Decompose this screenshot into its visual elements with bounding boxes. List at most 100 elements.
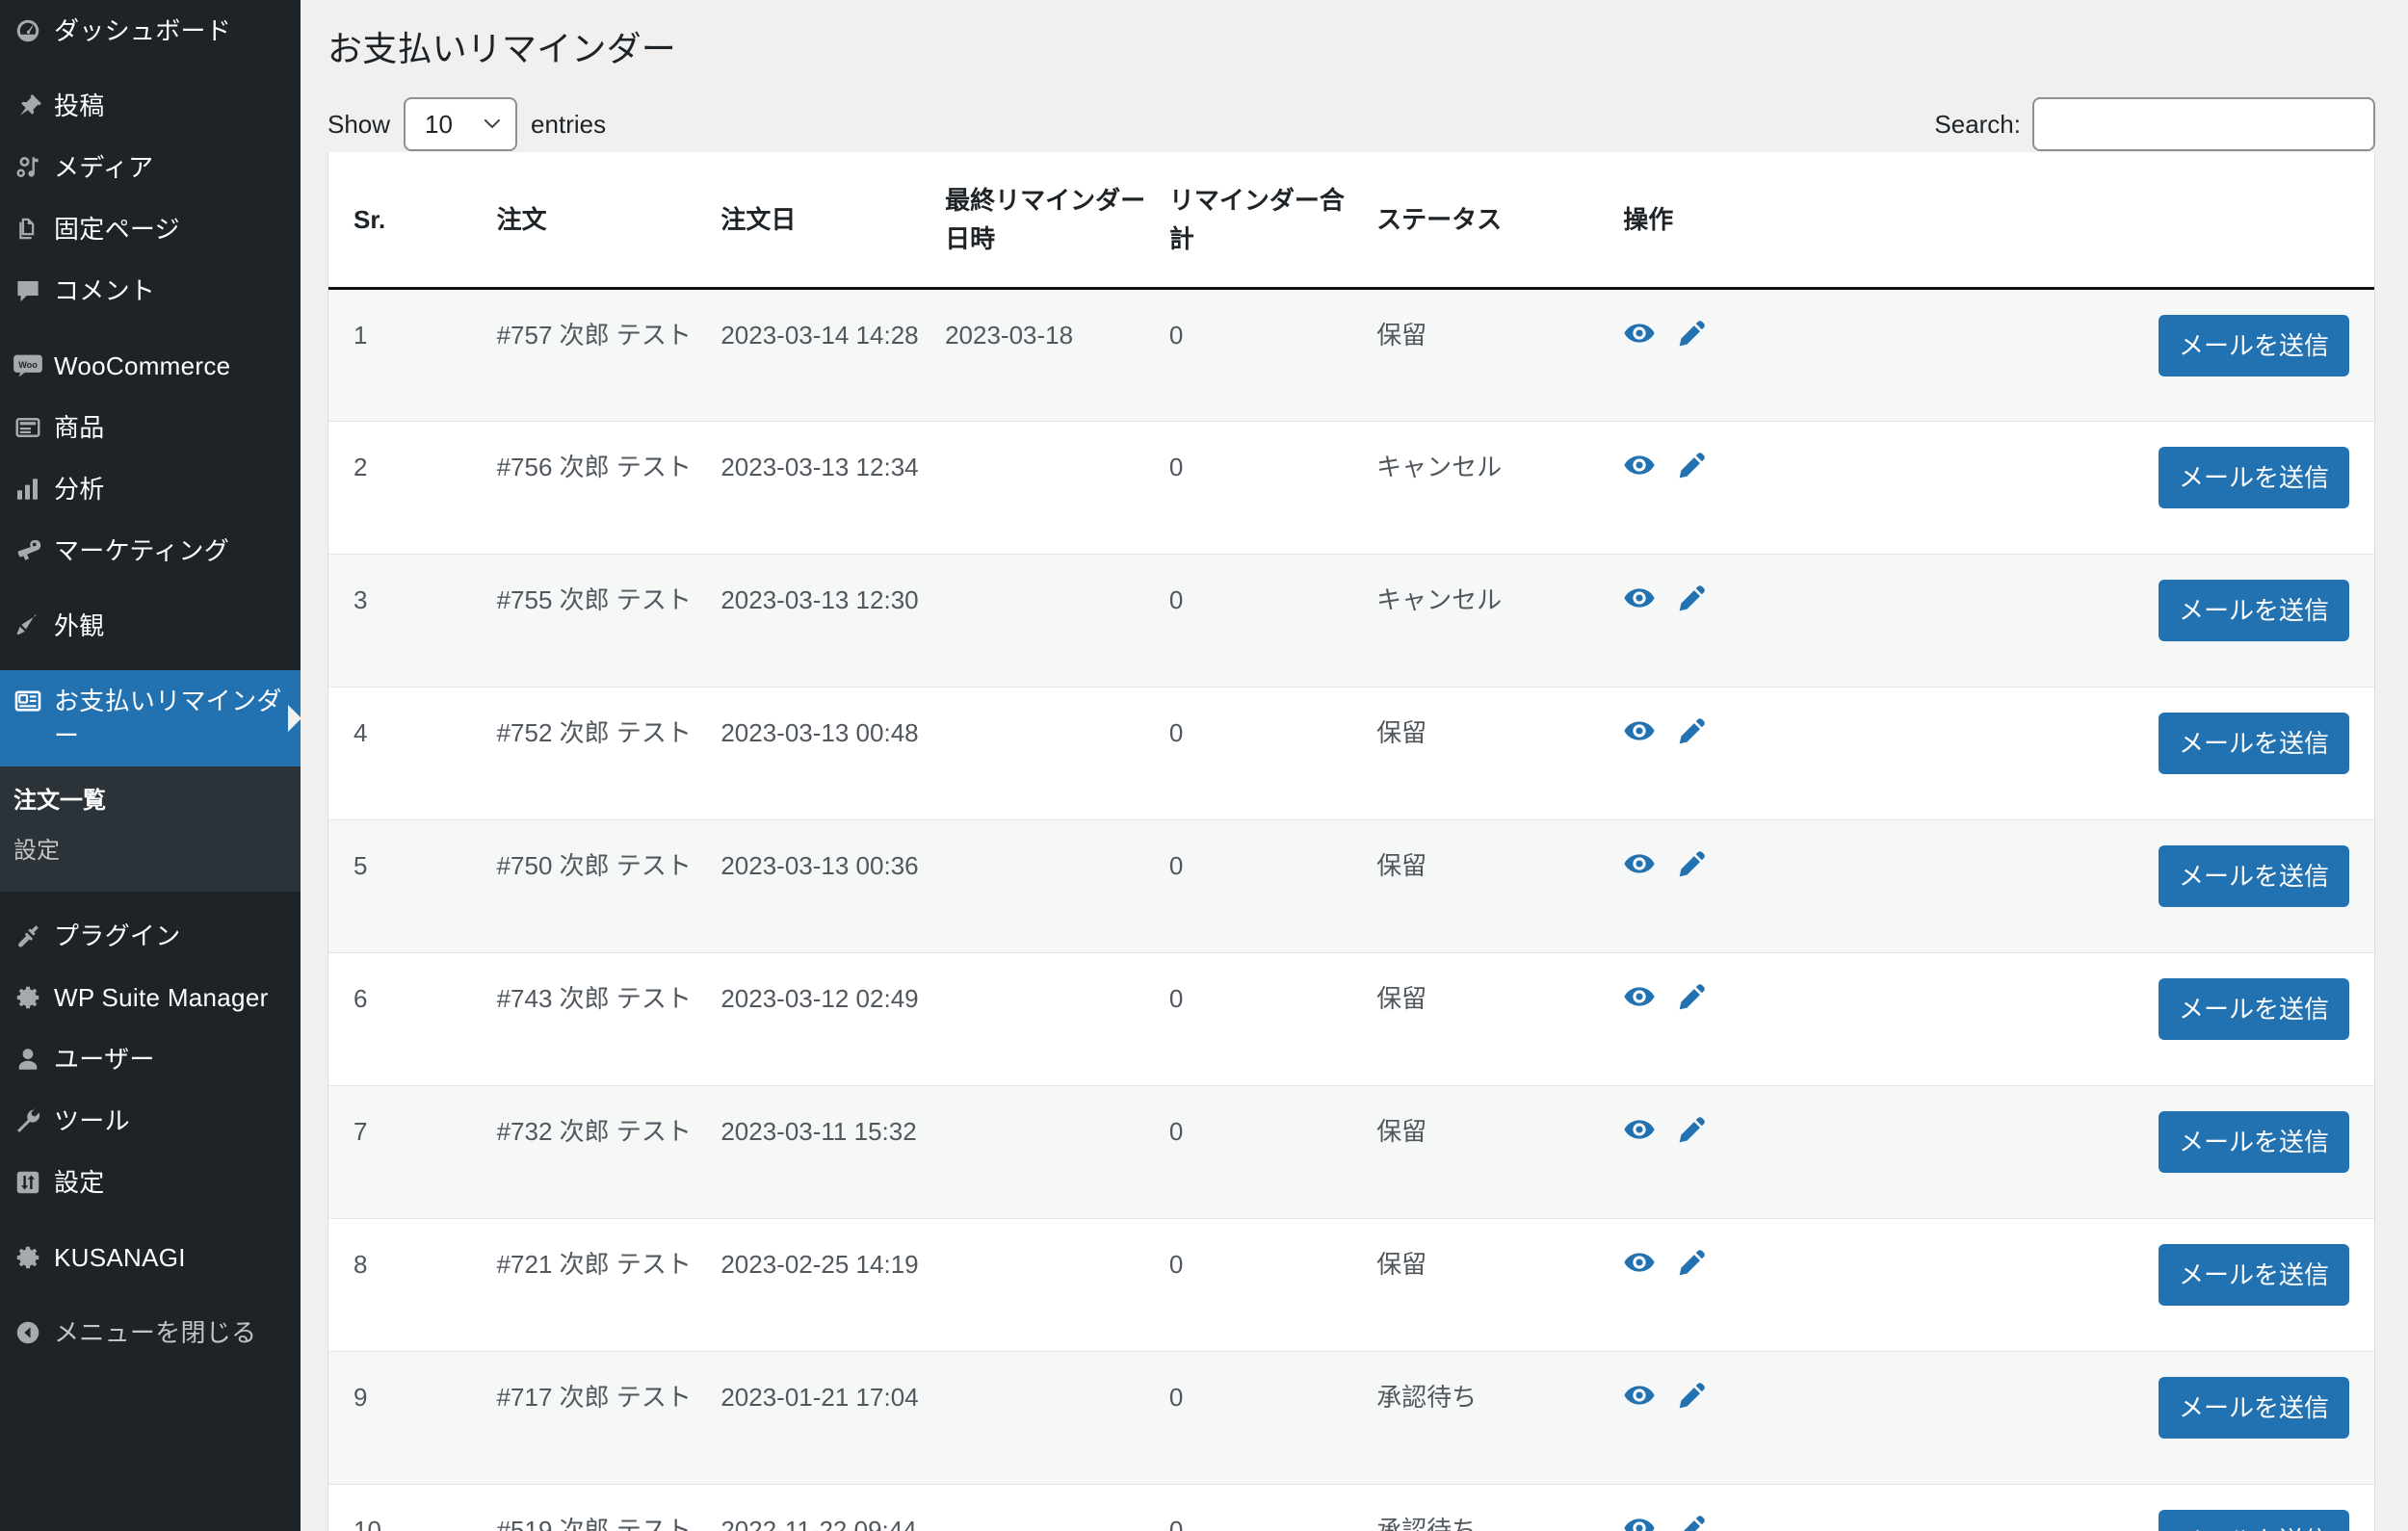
pencil-icon[interactable] [1677, 450, 1708, 480]
cell-order-date-text: 2023-03-12 02:49 [720, 984, 919, 1013]
sidebar-item-10[interactable]: 外観 [0, 595, 301, 657]
pencil-icon[interactable] [1677, 848, 1708, 879]
eye-icon[interactable] [1623, 1512, 1656, 1531]
cell-order-date-text: 2023-01-21 17:04 [720, 1383, 919, 1412]
pencil-icon[interactable] [1677, 1247, 1708, 1278]
sidebar-item-1[interactable]: ダッシュボード [0, 0, 301, 62]
eye-icon[interactable] [1623, 449, 1656, 481]
sidebar-submenu-item-1[interactable]: 注文一覧 [0, 776, 301, 826]
cell-status-text: 保留 [1376, 1117, 1427, 1146]
sidebar-item-18[interactable]: メニューを閉じる [0, 1302, 301, 1363]
send-mail-button[interactable]: メールを送信 [2158, 978, 2349, 1040]
sidebar-item-13[interactable]: WP Suite Manager [0, 967, 301, 1028]
cell-sr-text: 3 [353, 585, 368, 614]
col-header-reminder-total[interactable]: リマインダー合計 [1168, 152, 1377, 290]
send-mail-button[interactable]: メールを送信 [2158, 580, 2349, 641]
row-action-group [1623, 1377, 2055, 1412]
col-header-last-reminder[interactable]: 最終リマインダー日時 [945, 152, 1169, 290]
pencil-icon[interactable] [1677, 981, 1708, 1012]
sidebar-item-17[interactable]: KUSANAGI [0, 1227, 301, 1288]
pencil-icon[interactable] [1677, 318, 1708, 349]
pencil-icon[interactable] [1677, 715, 1708, 746]
sidebar-item-14[interactable]: ユーザー [0, 1028, 301, 1090]
cell-status: 保留 [1376, 1085, 1624, 1219]
pencil-icon[interactable] [1677, 1380, 1708, 1411]
cell-reminder-total: 0 [1168, 288, 1377, 422]
send-mail-button[interactable]: メールを送信 [2158, 447, 2349, 508]
sidebar-item-9[interactable]: マーケティング [0, 520, 301, 582]
cell-order-date-text: 2022-11-22 09:44 [720, 1516, 917, 1531]
send-mail-button[interactable]: メールを送信 [2158, 713, 2349, 774]
eye-icon[interactable] [1623, 582, 1656, 614]
send-mail-button[interactable]: メールを送信 [2158, 845, 2349, 907]
cell-order-date: 2023-03-13 00:48 [720, 687, 946, 820]
sidebar-item-5[interactable]: コメント [0, 260, 301, 322]
sidebar-item-8[interactable]: 分析 [0, 458, 301, 520]
send-mail-button[interactable]: メールを送信 [2158, 1510, 2349, 1531]
table-body: 1 #757 次郎 テスト 2023-03-14 14:28 2023-03-18 0 保… [328, 288, 2374, 1531]
cell-reminder-total-text: 0 [1168, 1250, 1184, 1279]
col-header-actions[interactable]: 操作 [1623, 152, 2072, 290]
cell-order-date: 2023-01-21 17:04 [720, 1351, 946, 1485]
row-action-group [1623, 1111, 2055, 1146]
cell-send-mail: メールを送信 [2071, 421, 2374, 555]
col-header-order-date[interactable]: 注文日 [720, 152, 946, 290]
eye-icon[interactable] [1623, 980, 1656, 1013]
cell-reminder-total: 0 [1168, 687, 1377, 820]
cell-send-mail: メールを送信 [2071, 1484, 2374, 1531]
col-header-status[interactable]: ステータス [1376, 152, 1624, 290]
page-length-select[interactable]: 102550100 [404, 97, 518, 151]
eye-icon[interactable] [1623, 1379, 1656, 1412]
media-icon [12, 151, 44, 184]
cell-actions [1623, 1218, 2072, 1352]
send-mail-button[interactable]: メールを送信 [2158, 1377, 2349, 1439]
appearance-icon [12, 610, 44, 642]
search-input[interactable] [2032, 97, 2375, 151]
sidebar-item-11[interactable]: お支払いリマインダー [0, 670, 301, 766]
eye-icon[interactable] [1623, 1113, 1656, 1146]
eye-icon[interactable] [1623, 847, 1656, 880]
cell-sr: 4 [328, 687, 497, 820]
cell-actions [1623, 687, 2072, 820]
sidebar-item-4[interactable]: 固定ページ [0, 198, 301, 260]
eye-icon[interactable] [1623, 1246, 1656, 1279]
cell-order-date-text: 2023-03-13 00:48 [720, 718, 919, 747]
eye-icon[interactable] [1623, 317, 1656, 350]
cell-order: #732 次郎 テスト [496, 1085, 721, 1219]
sidebar-item-7[interactable]: 商品 [0, 397, 301, 458]
col-header-order[interactable]: 注文 [496, 152, 721, 290]
send-mail-button[interactable]: メールを送信 [2158, 1111, 2349, 1173]
cell-order: #519 次郎 テスト [496, 1484, 721, 1531]
cell-reminder-total: 0 [1168, 421, 1377, 555]
sidebar-item-2[interactable]: 投稿 [0, 75, 301, 137]
cell-sr: 7 [328, 1085, 497, 1219]
sidebar-item-6[interactable]: Woo WooCommerce [0, 335, 301, 397]
cell-reminder-total: 0 [1168, 1351, 1377, 1485]
sidebar-item-16[interactable]: 設定 [0, 1152, 301, 1213]
cell-reminder-total: 0 [1168, 1085, 1377, 1219]
pages-icon [12, 213, 44, 246]
sidebar-item-3[interactable]: メディア [0, 137, 301, 198]
send-mail-button[interactable]: メールを送信 [2158, 1244, 2349, 1306]
pencil-icon[interactable] [1677, 583, 1708, 613]
sidebar-item-15[interactable]: ツール [0, 1090, 301, 1152]
sidebar-item-label: プラグイン [54, 921, 181, 950]
eye-icon[interactable] [1623, 714, 1656, 747]
sidebar-item-12[interactable]: プラグイン [0, 905, 301, 967]
row-action-group [1623, 447, 2055, 481]
cell-order-text: #757 次郎 テスト [496, 321, 692, 350]
col-header-sr[interactable]: Sr. [328, 152, 497, 290]
cell-send-mail: メールを送信 [2071, 1351, 2374, 1485]
pencil-icon[interactable] [1677, 1114, 1708, 1145]
sidebar-submenu-item-2[interactable]: 設定 [0, 826, 301, 876]
cell-order: #717 次郎 テスト [496, 1351, 721, 1485]
row-action-group [1623, 713, 2055, 747]
plugin-icon [12, 920, 44, 952]
sidebar-item-label: 設定 [54, 1168, 105, 1197]
pencil-icon[interactable] [1677, 1513, 1708, 1531]
cell-sr-text: 4 [353, 718, 368, 747]
cell-send-mail: メールを送信 [2071, 554, 2374, 688]
send-mail-button[interactable]: メールを送信 [2158, 315, 2349, 376]
cell-actions [1623, 421, 2072, 555]
cell-send-mail: メールを送信 [2071, 288, 2374, 422]
